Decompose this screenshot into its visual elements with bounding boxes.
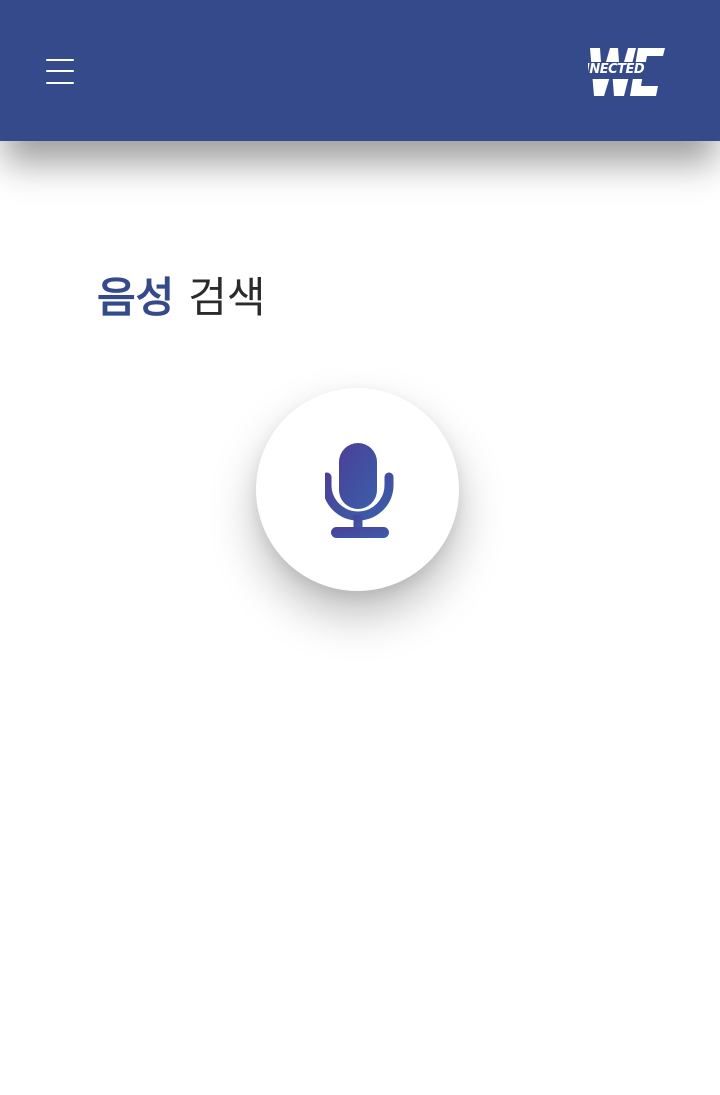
page-title: 음성 검색	[97, 270, 266, 326]
menu-line-top	[46, 59, 74, 61]
brand-logo[interactable]: NNECTED	[588, 46, 666, 98]
voice-search-button[interactable]	[256, 388, 459, 591]
logo-wordmark: NNECTED	[588, 62, 645, 77]
menu-line-middle	[46, 70, 74, 72]
page-title-light: 검색	[188, 273, 266, 322]
menu-line-bottom	[46, 82, 74, 84]
menu-button[interactable]	[40, 52, 80, 92]
app-header: NNECTED	[0, 0, 720, 141]
page-title-strong: 음성	[97, 273, 175, 322]
microphone-icon	[324, 442, 393, 538]
